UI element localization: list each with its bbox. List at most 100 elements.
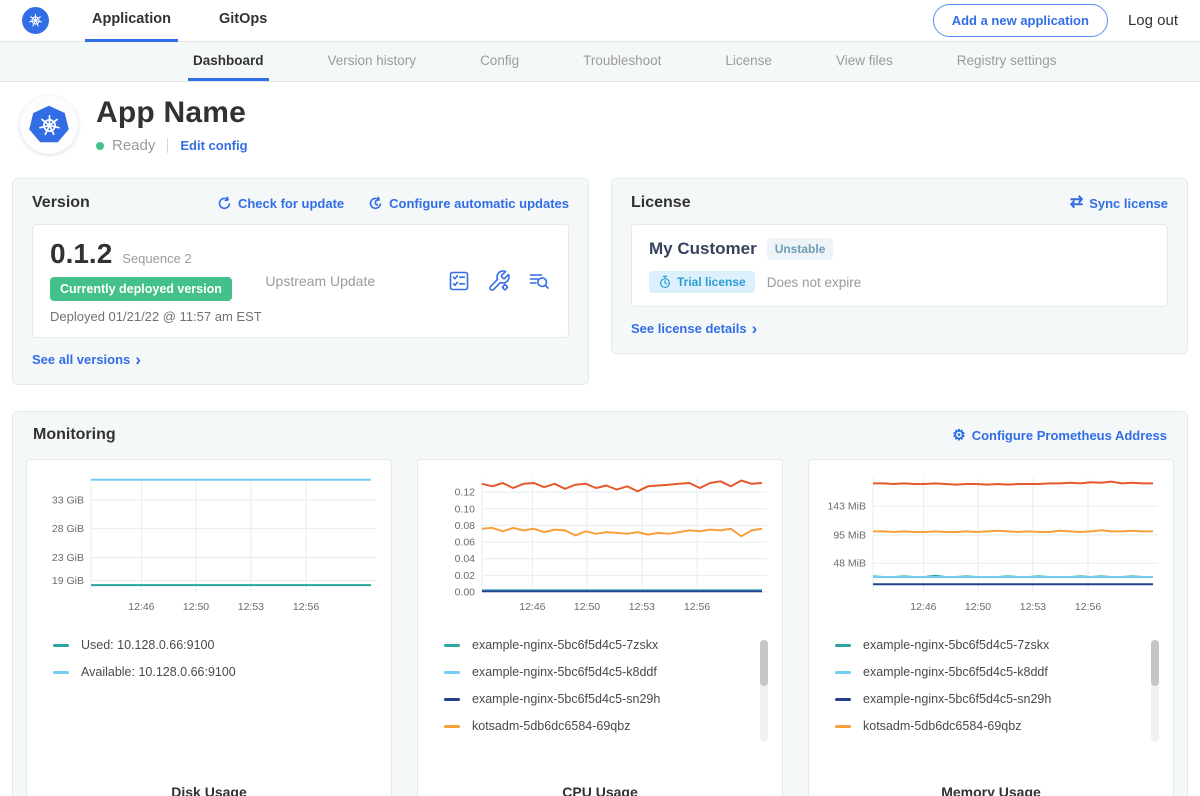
memory-usage-legend: example-nginx-5bc6f5d4c5-7zskxexample-ng…: [821, 638, 1161, 778]
disk-usage-chart-card: 19 GiB23 GiB28 GiB33 GiB12:4612:5012:531…: [26, 459, 392, 796]
license-card: License ⇄ Sync license My Customer Unsta…: [611, 178, 1188, 354]
subnav-tab-registry-settings[interactable]: Registry settings: [952, 42, 1062, 81]
legend-label: kotsadm-5db6dc6584-69qbz: [472, 719, 630, 733]
legend-color-dash: [53, 671, 69, 674]
topnav-tab-gitops[interactable]: GitOps: [212, 0, 274, 42]
legend-label: example-nginx-5bc6f5d4c5-k8ddf: [863, 665, 1048, 679]
svg-text:48 MiB: 48 MiB: [833, 558, 866, 570]
svg-text:12:46: 12:46: [910, 601, 936, 613]
app-status-row: Ready Edit config: [96, 137, 248, 154]
legend-color-dash: [835, 644, 851, 647]
check-for-update-link[interactable]: Check for update: [217, 196, 344, 211]
status-ready-dot: [96, 142, 104, 150]
clock-update-icon: [368, 196, 383, 211]
svg-text:19 GiB: 19 GiB: [52, 575, 84, 587]
version-card-actions: Check for update Configure automatic upd…: [217, 196, 569, 211]
channel-badge: Unstable: [767, 238, 834, 260]
kubernetes-logo-icon: [22, 7, 49, 34]
svg-text:0.10: 0.10: [455, 503, 476, 515]
subnav-tab-view-files[interactable]: View files: [831, 42, 898, 81]
top-navbar: ApplicationGitOps Add a new application …: [0, 0, 1200, 42]
license-info-box: My Customer Unstable Trial license Does …: [631, 224, 1168, 307]
sync-license-link[interactable]: ⇄ Sync license: [1070, 195, 1168, 211]
see-all-versions-label: See all versions: [32, 352, 130, 367]
cpu-usage-chart-card: 0.000.020.040.060.080.100.1212:4612:5012…: [417, 459, 783, 796]
see-license-details-link[interactable]: See license details ›: [631, 320, 757, 337]
page-title: App Name: [96, 96, 248, 130]
svg-text:12:53: 12:53: [1020, 601, 1046, 613]
svg-text:95 MiB: 95 MiB: [833, 530, 866, 542]
configure-automatic-updates-label: Configure automatic updates: [389, 196, 569, 211]
app-sub-nav: Dashboard Version history Config Troublesho…: [0, 42, 1200, 82]
legend-label: example-nginx-5bc6f5d4c5-k8ddf: [472, 665, 657, 679]
app-icon: [20, 96, 78, 154]
legend-color-dash: [835, 698, 851, 701]
cpu-usage-legend: example-nginx-5bc6f5d4c5-7zskx example-ng…: [430, 638, 770, 778]
legend-item: kotsadm-5db6dc6584-69qbz: [444, 719, 770, 733]
cards-row: Version Check for update Configure au: [0, 170, 1200, 385]
memory-usage-chart: 48 MiB95 MiB143 MiB12:4612:5012:5312:56: [821, 472, 1161, 624]
kubernetes-heptagon-icon: [28, 105, 70, 145]
config-tools-button[interactable]: [487, 269, 511, 293]
svg-text:12:50: 12:50: [574, 601, 600, 613]
license-card-header: License ⇄ Sync license: [631, 194, 1168, 212]
configure-prometheus-label: Configure Prometheus Address: [972, 428, 1167, 443]
version-source: Upstream Update: [265, 273, 447, 289]
disk-usage-legend: Used: 10.128.0.66:9100 Available: 10.128.…: [39, 638, 379, 778]
status-text: Ready: [112, 137, 155, 154]
svg-text:0.02: 0.02: [455, 570, 476, 582]
check-for-update-label: Check for update: [238, 196, 344, 211]
svg-text:12:53: 12:53: [629, 601, 655, 613]
checklist-icon: [447, 269, 471, 293]
configure-prometheus-link[interactable]: ⚙ Configure Prometheus Address: [952, 428, 1167, 443]
svg-text:0.12: 0.12: [455, 487, 476, 499]
subnav-tab-config[interactable]: Config: [475, 42, 524, 81]
legend-color-dash: [835, 671, 851, 674]
svg-text:0.08: 0.08: [455, 520, 476, 532]
legend-label: Used: 10.128.0.66:9100: [81, 638, 214, 652]
add-application-button[interactable]: Add a new application: [933, 4, 1108, 37]
top-nav-tabs: Application GitOps: [85, 0, 274, 42]
logout-button[interactable]: Log out: [1128, 12, 1178, 29]
legend-item: example-nginx-5bc6f5d4c5-k8ddf: [444, 665, 770, 679]
legend-scrollbar-thumb[interactable]: [760, 640, 768, 686]
edit-config-link[interactable]: Edit config: [180, 138, 247, 153]
sync-license-label: Sync license: [1089, 196, 1168, 211]
subnav-tab-version-history[interactable]: Version history: [323, 42, 422, 81]
sync-arrows-icon: ⇄: [1070, 195, 1083, 211]
legend-item: Available: 10.128.0.66:9100: [53, 665, 379, 679]
subnav-tab-troubleshoot[interactable]: Troubleshoot: [578, 42, 666, 81]
svg-text:0.06: 0.06: [455, 537, 476, 549]
svg-text:12:50: 12:50: [965, 601, 991, 613]
topnav-tab-application[interactable]: Application: [85, 0, 178, 42]
svg-text:12:56: 12:56: [684, 601, 710, 613]
legend-scrollbar-thumb[interactable]: [1151, 640, 1159, 686]
svg-text:0.00: 0.00: [455, 587, 476, 599]
app-header-text: App Name Ready Edit config: [96, 96, 248, 154]
svg-text:28 GiB: 28 GiB: [52, 523, 84, 535]
legend-scrollbar[interactable]: [760, 640, 768, 742]
legend-color-dash: [444, 644, 460, 647]
trial-license-label: Trial license: [677, 275, 746, 289]
legend-item: Used: 10.128.0.66:9100: [53, 638, 379, 652]
preflight-logs-button[interactable]: [527, 269, 551, 293]
svg-text:12:46: 12:46: [128, 601, 154, 613]
subnav-tab-license[interactable]: License: [720, 42, 777, 81]
disk-usage-chart: 19 GiB23 GiB28 GiB33 GiB12:4612:5012:531…: [39, 472, 379, 624]
release-notes-button[interactable]: [447, 269, 471, 293]
see-all-versions-link[interactable]: See all versions ›: [32, 351, 141, 368]
legend-scrollbar[interactable]: [1151, 640, 1159, 742]
subnav-tab-dashboard[interactable]: Dashboard: [188, 42, 269, 81]
legend-item: example-nginx-5bc6f5d4c5-7zskx: [444, 638, 770, 652]
configure-automatic-updates-link[interactable]: Configure automatic updates: [368, 196, 569, 211]
cpu-usage-chart: 0.000.020.040.060.080.100.1212:4612:5012…: [430, 472, 770, 624]
divider: [167, 138, 168, 153]
legend-color-dash: [835, 725, 851, 728]
version-card-header: Version Check for update Configure au: [32, 194, 569, 212]
legend-label: example-nginx-5bc6f5d4c5-sn29h: [472, 692, 660, 706]
legend-item: example-nginx-5bc6f5d4c5-sn29h: [835, 692, 1161, 706]
legend-item: kotsadm-5db6dc6584-69qbz: [835, 719, 1161, 733]
chart-title: Memory Usage: [821, 784, 1161, 796]
chart-title: Disk Usage: [39, 784, 379, 796]
legend-label: kotsadm-5db6dc6584-69qbz: [863, 719, 1021, 733]
